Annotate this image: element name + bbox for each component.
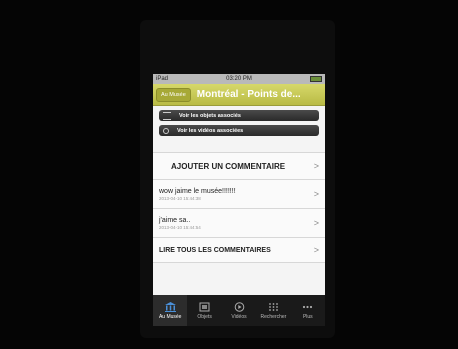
tab-rechercher[interactable]: Rechercher — [256, 295, 290, 326]
comment-date: 2013-04-10 15:44:38 — [159, 195, 201, 201]
tab-label: Objets — [197, 313, 212, 320]
battery-icon — [309, 76, 322, 82]
chevron-right-icon: > — [313, 161, 319, 171]
play-circle-icon — [163, 127, 169, 134]
comment-row[interactable]: j'aime sa.. 2013-04-10 15:44:54 > — [153, 209, 325, 238]
tab-plus[interactable]: Plus — [291, 295, 325, 326]
tab-objets[interactable]: Objets — [187, 295, 221, 326]
tab-label: Vidéos — [231, 313, 247, 320]
comment-date: 2013-04-10 15:44:54 — [159, 224, 201, 230]
chevron-right-icon: > — [313, 218, 319, 228]
tab-label: Au Musée — [158, 313, 182, 320]
page-title: Montréal - Points de... — [196, 89, 301, 100]
clock: 03:20 PM — [226, 76, 252, 82]
back-button[interactable]: Au Musée — [156, 87, 191, 102]
actions-section: Voir les objets associés Voir les vidéos… — [153, 106, 325, 142]
chevron-right-icon: > — [313, 189, 319, 199]
read-all-label: LIRE TOUS LES COMMENTAIRES — [159, 246, 271, 254]
objects-icon — [199, 302, 210, 311]
play-icon — [234, 301, 244, 312]
carrier-label: iPad — [156, 76, 169, 82]
comment-text: wow jaime le musée!!!!!!! — [159, 187, 236, 195]
chevron-right-icon: > — [313, 245, 319, 255]
tab-label: Plus — [302, 313, 313, 320]
app-screen: iPad 03:20 PM Au Musée Montréal - Points… — [153, 74, 325, 326]
view-videos-label: Voir les vidéos associées — [177, 127, 244, 134]
view-objects-button[interactable]: Voir les objets associés — [159, 110, 319, 121]
tab-videos[interactable]: Vidéos — [222, 295, 256, 326]
more-icon — [303, 305, 313, 308]
tab-au-musee[interactable]: Au Musée — [153, 295, 188, 326]
status-bar: iPad 03:20 PM — [153, 74, 325, 84]
tab-bar: Au Musée Objets Vidéos Rechercher Plus — [153, 295, 325, 326]
add-comment-row[interactable]: AJOUTER UN COMMENTAIRE > — [153, 152, 325, 180]
nav-bar: Au Musée Montréal - Points de... — [153, 84, 325, 106]
read-all-comments-row[interactable]: LIRE TOUS LES COMMENTAIRES > — [153, 238, 325, 263]
keypad-icon — [269, 302, 278, 311]
tab-label: Rechercher — [260, 313, 287, 320]
museum-icon — [164, 301, 176, 312]
comment-text: j'aime sa.. — [159, 216, 191, 224]
list-icon — [163, 111, 171, 120]
add-comment-label: AJOUTER UN COMMENTAIRE — [171, 161, 286, 171]
comment-row[interactable]: wow jaime le musée!!!!!!! 2013-04-10 15:… — [153, 180, 325, 209]
view-objects-label: Voir les objets associés — [179, 112, 241, 119]
view-videos-button[interactable]: Voir les vidéos associées — [159, 125, 319, 136]
